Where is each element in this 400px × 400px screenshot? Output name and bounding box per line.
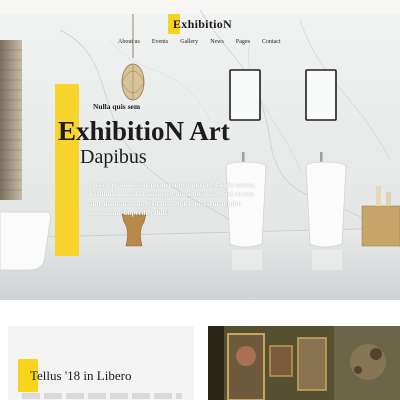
nav-item-events[interactable]: Events <box>152 39 168 45</box>
nav-item-pages[interactable]: Pages <box>236 39 250 45</box>
feature-card: Tellus '18 in Libero <box>8 326 194 400</box>
brand-logo[interactable]: ExhibitioN <box>168 14 232 34</box>
nav-item-contact[interactable]: Contact <box>262 39 281 45</box>
hero-subtitle: Dapibus <box>80 146 147 168</box>
gallery-image[interactable] <box>208 326 400 400</box>
hero-body-text: Fusce nec tellus sed augue semper porta.… <box>89 181 256 218</box>
nav-item-news[interactable]: News <box>210 39 224 45</box>
hero-kicker: Nulla quis sem <box>93 102 141 111</box>
nav-item-gallery[interactable]: Gallery <box>180 39 198 45</box>
feature-heading: Tellus '18 in Libero <box>30 368 132 383</box>
feature-text-placeholder <box>22 393 182 399</box>
gallery-artwork-image <box>208 326 400 400</box>
hero-banner: ExhibitioN About us Events Gallery News … <box>0 0 400 300</box>
feature-section: Tellus '18 in Libero <box>0 300 400 400</box>
brand-name: ExhibitioN <box>173 16 233 31</box>
hero-accent-bar <box>55 84 79 256</box>
hero-title: ExhibitioN Art <box>58 116 230 146</box>
nav-item-about-us[interactable]: About us <box>118 39 140 45</box>
main-navigation: About us Events Gallery News Pages Conta… <box>118 39 293 45</box>
